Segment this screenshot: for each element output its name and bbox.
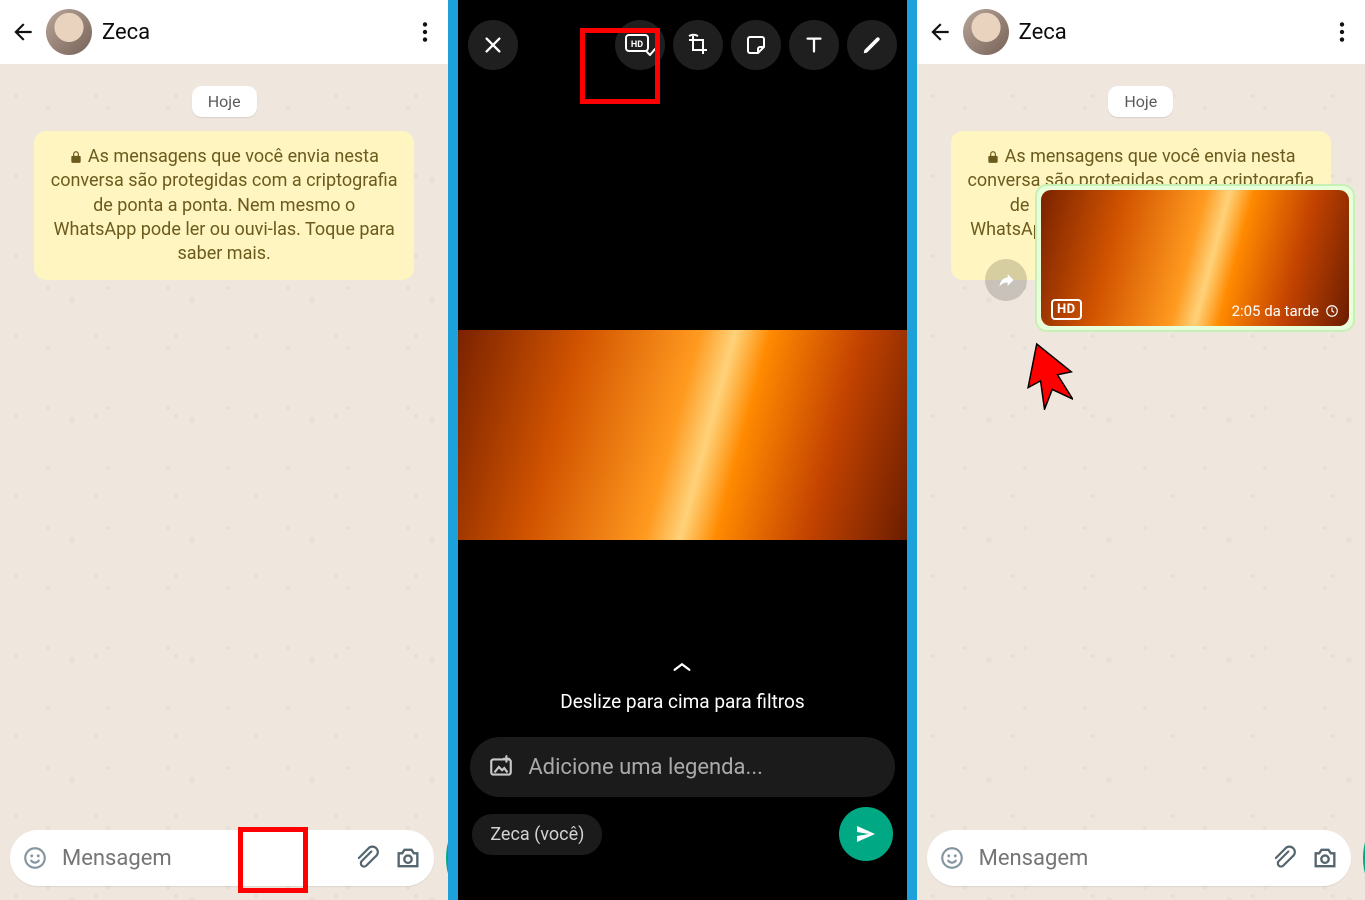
date-pill: Hoje — [1108, 86, 1173, 117]
caption-input[interactable]: Adicione uma legenda... — [470, 737, 894, 797]
avatar[interactable] — [46, 9, 92, 55]
text-icon — [803, 34, 825, 56]
camera-icon[interactable] — [1311, 844, 1339, 872]
chat-header: Zeca — [0, 0, 448, 64]
message-bubble-out[interactable]: HD 2:05 da tarde — [1035, 184, 1355, 332]
camera-icon[interactable] — [394, 844, 422, 872]
draw-button[interactable] — [847, 20, 897, 70]
hd-badge: HD — [1051, 299, 1082, 320]
message-meta: 2:05 da tarde — [1232, 302, 1339, 320]
forward-button[interactable] — [985, 259, 1027, 301]
clock-icon — [1325, 304, 1339, 318]
message-input-pill — [10, 830, 434, 886]
send-icon — [854, 822, 878, 846]
editor-toolbar: HD — [458, 0, 906, 90]
lock-icon — [69, 150, 83, 164]
close-button[interactable] — [468, 20, 518, 70]
contact-name[interactable]: Zeca — [102, 20, 150, 45]
highlight-box-hd — [580, 28, 660, 104]
image-editor-panel: HD Deslize para cima para filtros Adicio… — [458, 0, 906, 900]
message-input[interactable] — [979, 846, 1257, 871]
send-button[interactable] — [839, 807, 893, 861]
sticker-button[interactable] — [731, 20, 781, 70]
highlight-arrow — [1023, 340, 1073, 410]
attach-icon[interactable] — [354, 845, 380, 871]
mic-icon — [446, 846, 448, 870]
input-row — [10, 830, 438, 886]
message-image[interactable]: HD 2:05 da tarde — [1041, 190, 1349, 326]
caption-placeholder: Adicione uma legenda... — [528, 755, 763, 780]
image-preview[interactable] — [458, 330, 906, 540]
crop-rotate-icon — [686, 33, 710, 57]
filters-hint-text: Deslize para cima para filtros — [560, 690, 804, 713]
emoji-icon[interactable] — [939, 845, 965, 871]
message-time: 2:05 da tarde — [1232, 302, 1319, 320]
send-row: Zeca (você) — [472, 807, 892, 861]
kebab-menu-icon[interactable] — [1329, 19, 1355, 45]
back-icon[interactable] — [10, 19, 36, 45]
message-input-pill — [927, 830, 1351, 886]
emoji-icon[interactable] — [22, 845, 48, 871]
back-icon[interactable] — [927, 19, 953, 45]
chat-panel-after: Zeca Hoje As mensagens que você envia ne… — [917, 0, 1365, 900]
recipient-chip[interactable]: Zeca (você) — [472, 814, 602, 855]
add-image-icon — [488, 754, 514, 780]
kebab-menu-icon[interactable] — [412, 19, 438, 45]
chat-body: Hoje As mensagens que você envia nesta c… — [0, 64, 448, 900]
avatar[interactable] — [963, 9, 1009, 55]
chat-panel-before: Zeca Hoje As mensagens que você envia ne… — [0, 0, 448, 900]
pencil-icon — [861, 34, 883, 56]
lock-icon — [986, 150, 1000, 164]
chat-header: Zeca — [917, 0, 1365, 64]
encryption-text: As mensagens que você envia nesta conver… — [51, 146, 398, 264]
chevron-up-icon — [671, 660, 693, 674]
text-button[interactable] — [789, 20, 839, 70]
sticker-icon — [744, 33, 768, 57]
attach-icon[interactable] — [1271, 845, 1297, 871]
filters-hint[interactable]: Deslize para cima para filtros — [560, 660, 804, 713]
input-row — [927, 830, 1355, 886]
highlight-box-attach — [238, 827, 308, 893]
contact-name[interactable]: Zeca — [1019, 20, 1067, 45]
date-pill: Hoje — [192, 86, 257, 117]
crop-rotate-button[interactable] — [673, 20, 723, 70]
encryption-notice[interactable]: As mensagens que você envia nesta conver… — [34, 131, 414, 280]
chat-body: Hoje As mensagens que você envia nesta c… — [917, 64, 1365, 900]
forward-icon — [996, 270, 1016, 290]
close-icon — [482, 34, 504, 56]
